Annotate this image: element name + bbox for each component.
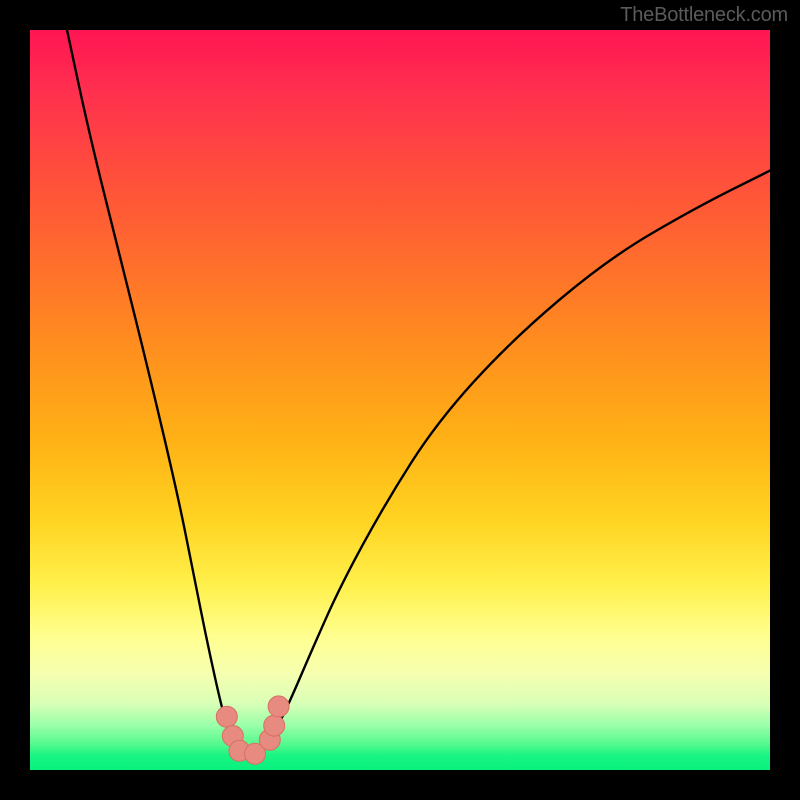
bottleneck-curve — [67, 30, 770, 755]
bottleneck-marker — [264, 715, 285, 736]
bottleneck-markers — [216, 696, 289, 764]
bottleneck-marker — [268, 696, 289, 717]
plot-area — [30, 30, 770, 770]
watermark-text: TheBottleneck.com — [620, 4, 788, 27]
chart-frame: TheBottleneck.com — [0, 0, 800, 800]
chart-svg — [30, 30, 770, 770]
bottleneck-marker — [216, 706, 237, 727]
